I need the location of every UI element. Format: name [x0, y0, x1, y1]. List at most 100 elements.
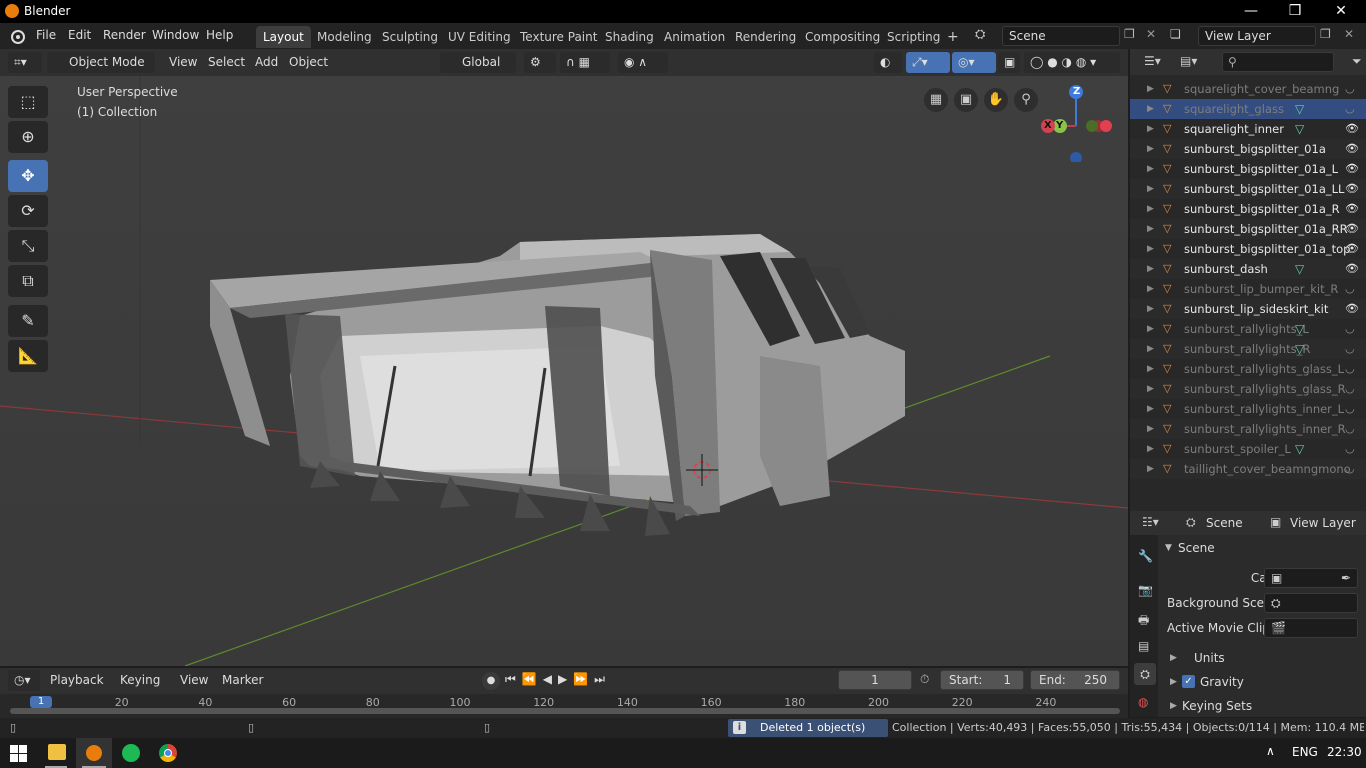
outliner-row[interactable]: ▶ ▽ sunburst_lip_sideskirt_kit 👁 [1130, 299, 1366, 319]
eye-closed-icon[interactable]: ◡ [1345, 319, 1355, 339]
overlay-toggle-icon[interactable]: ◎▾ [952, 52, 996, 73]
mesh-data-icon[interactable]: ▽ [1295, 319, 1304, 339]
eye-icon[interactable]: 👁 [1345, 219, 1359, 239]
rotate-tool-icon[interactable]: ⟳ [8, 195, 48, 227]
tab-uv-editing[interactable]: UV Editing [441, 26, 518, 48]
eye-icon[interactable]: 👁 [1345, 179, 1359, 199]
gizmo-toggle-icon[interactable]: ⤢▾ [906, 52, 950, 73]
mesh-data-icon[interactable]: ▽ [1295, 339, 1304, 359]
properties-view-layer-label[interactable]: View Layer [1290, 516, 1356, 530]
timeline-menu-view[interactable]: View [176, 670, 212, 691]
3d-viewport[interactable]: User Perspective (1) Collection ▦ ▣ ✋ ⚲ … [0, 76, 1128, 666]
tab-layout[interactable]: Layout [256, 26, 311, 48]
eye-icon[interactable]: 👁 [1345, 139, 1359, 159]
mesh-data-icon[interactable]: ▽ [1295, 439, 1304, 459]
background-scene-field[interactable]: ⛭ [1264, 593, 1358, 613]
measure-tool-icon[interactable]: 📐 [8, 340, 48, 372]
tab-texture-paint[interactable]: Texture Paint [513, 26, 604, 48]
scene-panel-title[interactable]: Scene [1178, 541, 1215, 555]
close-button[interactable]: ✕ [1318, 0, 1364, 23]
view-layer-props-tab-icon[interactable]: ▤ [1138, 639, 1149, 653]
scale-tool-icon[interactable]: ⤡ [8, 230, 48, 262]
outliner-row[interactable]: ▶ ▽ sunburst_spoiler_L ▽ ◡ [1130, 439, 1366, 459]
menu-select[interactable]: Select [204, 52, 249, 73]
timeline-menu-keying[interactable]: Keying [116, 670, 164, 691]
mesh-data-icon[interactable]: ▽ [1295, 259, 1304, 279]
xray-icon[interactable]: ▣ [998, 52, 1020, 73]
add-workspace-button[interactable]: + [940, 26, 966, 48]
proportional-edit-icon[interactable]: ◉ ∧ [618, 52, 668, 73]
delete-view-layer-icon[interactable]: ✕ [1344, 27, 1354, 41]
expand-arrow-icon[interactable]: ▶ [1147, 279, 1154, 299]
cursor-tool-icon[interactable]: ⊕ [8, 121, 48, 153]
eye-closed-icon[interactable]: ◡ [1345, 279, 1355, 299]
timeline-menu-marker[interactable]: Marker [218, 670, 267, 691]
timeline-menu-playback[interactable]: Playback [46, 670, 108, 691]
menu-file[interactable]: File [36, 28, 56, 42]
current-frame-field[interactable]: 1 [838, 670, 912, 690]
eye-icon[interactable]: 👁 [1345, 299, 1359, 319]
expand-arrow-icon[interactable]: ▶ [1147, 299, 1154, 319]
outliner-row[interactable]: ▶ ▽ sunburst_bigsplitter_01a_top 👁 [1130, 239, 1366, 259]
scene-props-tab-icon[interactable]: ⛭ [1134, 663, 1156, 685]
ortho-toggle-icon[interactable]: ▦ [924, 88, 948, 112]
clock[interactable]: 22:30 [1327, 745, 1362, 759]
gravity-expand-icon[interactable]: ▶ [1170, 677, 1177, 687]
blender-taskbar-button[interactable] [76, 738, 112, 768]
mesh-data-icon[interactable]: ▽ [1295, 99, 1304, 119]
outliner-row[interactable]: ▶ ▽ sunburst_rallylights_glass_R ◡ [1130, 379, 1366, 399]
outliner-row[interactable]: ▶ ▽ sunburst_lip_bumper_kit_R ◡ [1130, 279, 1366, 299]
timeline-editor-icon[interactable]: ◷▾ [8, 670, 40, 691]
eye-icon[interactable]: 👁 [1345, 159, 1359, 179]
outliner-search-input[interactable]: ⚲ [1222, 52, 1334, 72]
expand-arrow-icon[interactable]: ▶ [1147, 119, 1154, 139]
copy-scene-icon[interactable]: ❐ [1124, 27, 1135, 41]
tab-compositing[interactable]: Compositing [798, 26, 887, 48]
delete-scene-icon[interactable]: ✕ [1146, 27, 1156, 41]
pivot-icon[interactable]: ⚙ [524, 52, 556, 73]
tool-tab-icon[interactable]: 🔧 [1138, 549, 1153, 563]
render-tab-icon[interactable]: 📷 [1138, 583, 1153, 597]
properties-editor-icon[interactable]: ☷▾ [1142, 515, 1159, 529]
transform-orientation[interactable]: Global [440, 52, 516, 73]
windows-start-icon[interactable] [10, 745, 27, 762]
outliner-row[interactable]: ▶ ▽ squarelight_inner ▽ 👁 [1130, 119, 1366, 139]
menu-edit[interactable]: Edit [68, 28, 91, 42]
move-tool-icon[interactable]: ✥ [8, 160, 48, 192]
visibility-icon[interactable]: ◐ [874, 52, 902, 73]
expand-arrow-icon[interactable]: ▶ [1147, 419, 1154, 439]
menu-add[interactable]: Add [251, 52, 282, 73]
outliner-row[interactable]: ▶ ▽ sunburst_bigsplitter_01a_R 👁 [1130, 199, 1366, 219]
gravity-checkbox[interactable]: ✓ [1182, 675, 1195, 688]
report-banner[interactable]: i Deleted 1 object(s) [728, 719, 888, 737]
world-tab-icon[interactable]: ◍ [1138, 695, 1148, 709]
outliner-row[interactable]: ▶ ▽ sunburst_rallylights_inner_R ◡ [1130, 419, 1366, 439]
eyedropper-icon[interactable]: ✒ [1341, 569, 1351, 587]
menu-render[interactable]: Render [103, 28, 146, 42]
outliner-row[interactable]: ▶ ▽ sunburst_bigsplitter_01a_RR 👁 [1130, 219, 1366, 239]
expand-arrow-icon[interactable]: ▶ [1147, 359, 1154, 379]
outliner-row[interactable]: ▶ ▽ squarelight_cover_beamng ◡ [1130, 79, 1366, 99]
zoom-icon[interactable]: ⚲ [1014, 88, 1038, 112]
outliner-row[interactable]: ▶ ▽ sunburst_bigsplitter_01a_L 👁 [1130, 159, 1366, 179]
eye-icon[interactable]: 👁 [1345, 199, 1359, 219]
expand-arrow-icon[interactable]: ▶ [1147, 159, 1154, 179]
pan-hand-icon[interactable]: ✋ [984, 88, 1008, 112]
view-layer-selector[interactable]: View Layer [1198, 26, 1316, 46]
tab-modeling[interactable]: Modeling [310, 26, 379, 48]
eye-closed-icon[interactable]: ◡ [1345, 79, 1355, 99]
minimize-button[interactable]: — [1228, 0, 1274, 23]
menu-object[interactable]: Object [285, 52, 332, 73]
snap-icon[interactable]: ∩ ▦ [560, 52, 610, 73]
expand-arrow-icon[interactable]: ▶ [1147, 79, 1154, 99]
camera-field[interactable]: ▣ ✒ [1264, 568, 1358, 588]
outliner-row[interactable]: ▶ ▽ sunburst_bigsplitter_01a_LL 👁 [1130, 179, 1366, 199]
outliner-row[interactable]: ▶ ▽ sunburst_rallylights_L ▽ ◡ [1130, 319, 1366, 339]
expand-arrow-icon[interactable]: ▶ [1147, 399, 1154, 419]
scene-selector[interactable]: Scene [1002, 26, 1120, 46]
spotify-icon[interactable] [122, 744, 140, 762]
expand-arrow-icon[interactable]: ▶ [1147, 459, 1154, 479]
blender-menu-icon[interactable] [10, 28, 26, 44]
outliner-row[interactable]: ▶ ▽ sunburst_rallylights_R ▽ ◡ [1130, 339, 1366, 359]
outliner-row[interactable]: ▶ ▽ squarelight_glass ▽ ◡ [1130, 99, 1366, 119]
